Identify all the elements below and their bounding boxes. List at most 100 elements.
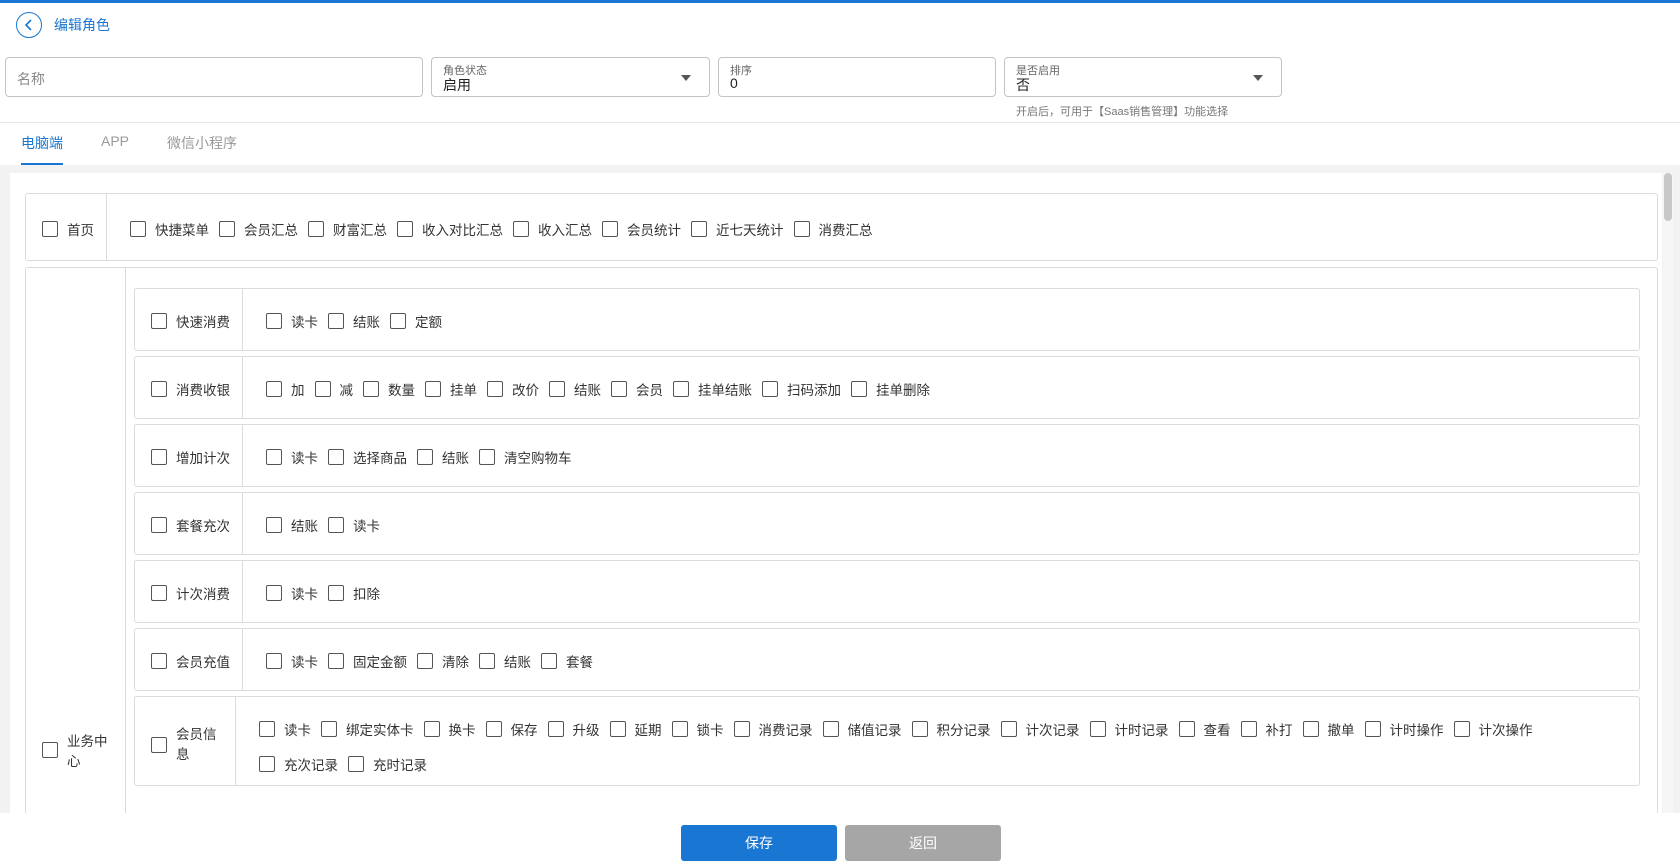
- permission-checkbox-item[interactable]: 换卡: [423, 719, 476, 739]
- checkbox[interactable]: [328, 313, 344, 329]
- checkbox[interactable]: [851, 381, 867, 397]
- permission-checkbox-item[interactable]: 结账: [479, 651, 531, 671]
- checkbox[interactable]: [151, 381, 167, 397]
- checkbox[interactable]: [485, 721, 502, 737]
- permission-checkbox-item[interactable]: 选择商品: [328, 447, 407, 467]
- permission-checkbox-item[interactable]: 结账: [266, 515, 318, 535]
- checkbox[interactable]: [151, 653, 167, 669]
- checkbox[interactable]: [130, 221, 146, 237]
- checkbox[interactable]: [793, 221, 810, 237]
- checkbox[interactable]: [1364, 721, 1381, 737]
- vertical-scrollbar[interactable]: [1663, 173, 1673, 813]
- permission-checkbox-item[interactable]: 读卡: [266, 651, 318, 671]
- permission-checkbox-item[interactable]: 清空购物车: [479, 447, 572, 467]
- permission-checkbox-item[interactable]: 挂单删除: [851, 379, 930, 399]
- checkbox[interactable]: [417, 449, 433, 465]
- permission-checkbox-item[interactable]: 结账: [328, 311, 380, 331]
- tab-wechat-miniprogram[interactable]: 微信小程序: [167, 133, 237, 163]
- permission-checkbox-item[interactable]: 计时记录: [1089, 719, 1169, 739]
- permission-checkbox-item[interactable]: 计次记录: [1000, 719, 1080, 739]
- checkbox[interactable]: [1089, 721, 1106, 737]
- permission-checkbox-item[interactable]: 结账: [417, 447, 469, 467]
- enabled-select[interactable]: 是否启用 否: [1004, 57, 1282, 97]
- scrollbar-thumb[interactable]: [1664, 173, 1672, 221]
- permission-checkbox-item[interactable]: 积分记录: [911, 719, 991, 739]
- checkbox[interactable]: [671, 721, 688, 737]
- checkbox[interactable]: [151, 517, 167, 533]
- permission-checkbox-item[interactable]: 收入对比汇总: [397, 219, 503, 239]
- permission-checkbox-item[interactable]: 挂单: [425, 379, 477, 399]
- checkbox[interactable]: [314, 381, 331, 397]
- checkbox[interactable]: [328, 517, 344, 533]
- permission-checkbox-item[interactable]: 扣除: [328, 583, 380, 603]
- checkbox[interactable]: [42, 742, 58, 758]
- role-status-select[interactable]: 角色状态 启用: [431, 57, 710, 97]
- checkbox[interactable]: [762, 381, 778, 397]
- checkbox[interactable]: [328, 653, 344, 669]
- permission-checkbox-item[interactable]: 计时操作: [1364, 719, 1444, 739]
- module-checkbox-item[interactable]: 计次消费: [151, 583, 230, 603]
- module-checkbox-item[interactable]: 消费收银: [151, 379, 230, 399]
- permission-checkbox-item[interactable]: 清除: [417, 651, 469, 671]
- permission-checkbox-item[interactable]: 消费汇总: [793, 219, 873, 239]
- checkbox[interactable]: [266, 313, 282, 329]
- checkbox[interactable]: [1453, 721, 1470, 737]
- permission-checkbox-item[interactable]: 加: [266, 379, 305, 399]
- checkbox[interactable]: [348, 756, 364, 772]
- checkbox[interactable]: [611, 381, 627, 397]
- checkbox[interactable]: [397, 221, 413, 237]
- module-checkbox-item[interactable]: 套餐充次: [151, 515, 230, 535]
- checkbox[interactable]: [321, 721, 337, 737]
- permission-checkbox-item[interactable]: 财富汇总: [308, 219, 387, 239]
- checkbox[interactable]: [328, 449, 344, 465]
- checkbox[interactable]: [513, 221, 529, 237]
- permission-checkbox-item[interactable]: 近七天统计: [691, 219, 784, 239]
- checkbox[interactable]: [417, 653, 433, 669]
- checkbox[interactable]: [609, 721, 626, 737]
- permission-checkbox-item[interactable]: 读卡: [266, 311, 318, 331]
- permission-checkbox-item[interactable]: 改价: [487, 379, 539, 399]
- sort-input[interactable]: 排序 0: [718, 57, 996, 97]
- permission-checkbox-item[interactable]: 计次操作: [1453, 719, 1533, 739]
- checkbox[interactable]: [308, 221, 324, 237]
- permission-checkbox-item[interactable]: 挂单结账: [673, 379, 752, 399]
- permission-checkbox-item[interactable]: 撤单: [1302, 719, 1355, 739]
- permission-checkbox-item[interactable]: 读卡: [259, 719, 311, 739]
- permission-checkbox-item[interactable]: 固定金额: [328, 651, 407, 671]
- checkbox[interactable]: [911, 721, 928, 737]
- permission-checkbox-item[interactable]: 补打: [1240, 719, 1293, 739]
- module-checkbox-item[interactable]: 会员信息: [151, 725, 222, 765]
- permission-checkbox-item[interactable]: 减: [314, 379, 353, 399]
- module-checkbox-item[interactable]: 快速消费: [151, 311, 230, 331]
- checkbox[interactable]: [673, 381, 689, 397]
- checkbox[interactable]: [266, 449, 282, 465]
- permission-checkbox-item[interactable]: 消费记录: [733, 719, 813, 739]
- checkbox[interactable]: [363, 381, 379, 397]
- permission-checkbox-item[interactable]: 储值记录: [822, 719, 902, 739]
- checkbox[interactable]: [1302, 721, 1319, 737]
- checkbox[interactable]: [479, 449, 495, 465]
- checkbox[interactable]: [151, 313, 167, 329]
- permission-checkbox-item[interactable]: 读卡: [328, 515, 380, 535]
- checkbox[interactable]: [733, 721, 750, 737]
- back-button[interactable]: 返回: [845, 825, 1001, 861]
- checkbox[interactable]: [547, 721, 564, 737]
- checkbox[interactable]: [266, 381, 282, 397]
- permission-checkbox-item[interactable]: 扫码添加: [762, 379, 841, 399]
- checkbox[interactable]: [423, 721, 440, 737]
- business-center-checkbox-item[interactable]: 业务中心: [42, 732, 113, 772]
- checkbox[interactable]: [266, 653, 282, 669]
- permission-checkbox-item[interactable]: 会员汇总: [219, 219, 298, 239]
- module-checkbox-item[interactable]: 增加计次: [151, 447, 230, 467]
- permission-checkbox-item[interactable]: 快捷菜单: [130, 219, 209, 239]
- checkbox[interactable]: [541, 653, 557, 669]
- home-checkbox-item[interactable]: 首页: [42, 219, 94, 239]
- checkbox[interactable]: [151, 449, 167, 465]
- checkbox[interactable]: [479, 653, 495, 669]
- permission-checkbox-item[interactable]: 锁卡: [671, 719, 724, 739]
- checkbox[interactable]: [259, 756, 275, 772]
- permission-checkbox-item[interactable]: 读卡: [266, 447, 318, 467]
- permission-checkbox-item[interactable]: 会员统计: [602, 219, 681, 239]
- checkbox[interactable]: [691, 221, 707, 237]
- checkbox[interactable]: [151, 585, 167, 601]
